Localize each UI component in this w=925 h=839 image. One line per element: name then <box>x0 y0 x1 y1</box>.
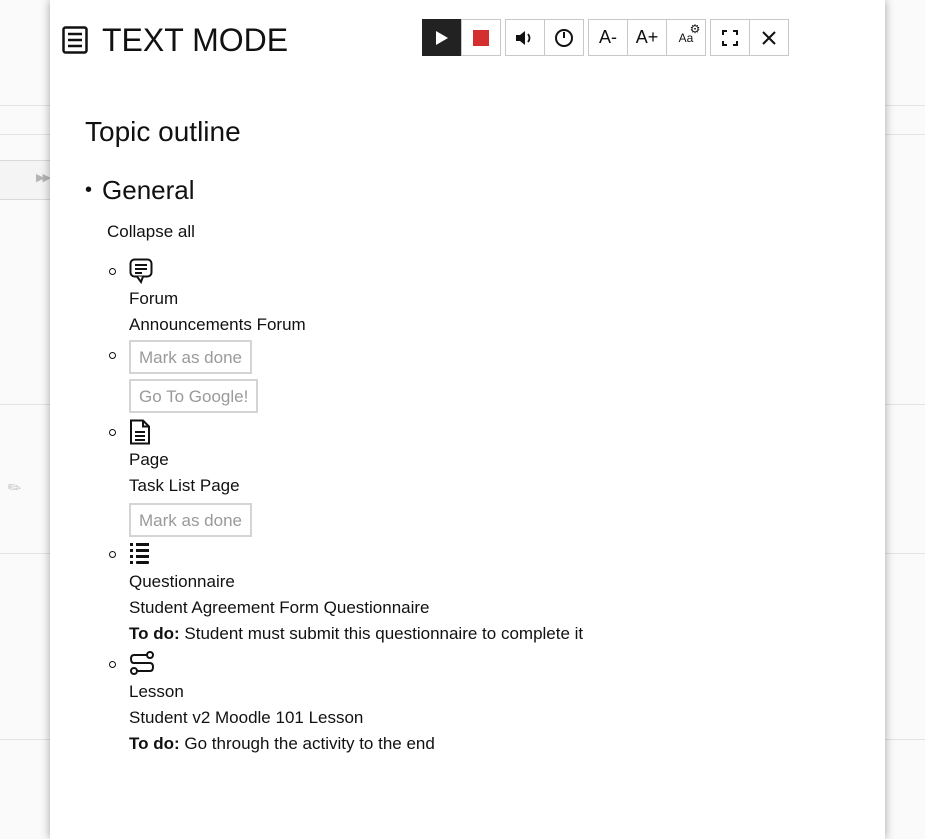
playback-group <box>422 19 501 56</box>
font-decrease-button[interactable]: A- <box>588 19 628 56</box>
stop-button[interactable] <box>461 19 501 56</box>
window-group <box>710 19 789 56</box>
panel-title-text: TEXT MODE <box>102 22 289 58</box>
activity-type: Questionnaire <box>129 572 235 591</box>
section-title: • General <box>85 170 865 210</box>
activity-link[interactable]: Student Agreement Form Questionnaire <box>129 595 865 621</box>
forum-icon <box>129 258 865 286</box>
speed-gauge-icon <box>555 28 573 47</box>
list-item: Mark as done Go To Google! <box>107 340 865 413</box>
volume-button[interactable] <box>505 19 545 56</box>
page-heading: Topic outline <box>85 116 241 147</box>
mark-as-done-button[interactable]: Mark as done <box>129 503 252 537</box>
text-mode-panel: TEXT MODE A- A+ Aa ⚙ Topic outline • Gen… <box>50 0 885 839</box>
list-bullet <box>109 551 116 558</box>
bullet-icon: • <box>85 179 93 201</box>
toolbar: A- A+ Aa ⚙ <box>422 19 793 56</box>
chevron-right-icon: ▶▶ <box>36 172 51 184</box>
volume-icon <box>516 30 531 45</box>
section-title-text: General <box>102 175 195 205</box>
panel-title: TEXT MODE <box>62 20 288 60</box>
font-decrease-label: A- <box>599 27 617 47</box>
font-increase-label: A+ <box>635 27 659 47</box>
font-settings-button[interactable]: Aa ⚙ <box>666 19 706 56</box>
play-icon <box>436 30 448 45</box>
list-bullet <box>109 352 116 359</box>
document-lines-icon <box>62 26 88 54</box>
activity-list: Forum Announcements Forum Mark as done G… <box>107 258 865 757</box>
speed-button[interactable] <box>544 19 584 56</box>
list-bullet <box>109 429 116 436</box>
font-group: A- A+ Aa ⚙ <box>588 19 706 56</box>
go-to-google-button[interactable]: Go To Google! <box>129 379 259 413</box>
pencil-icon: ✎ <box>4 477 26 500</box>
close-button[interactable] <box>749 19 789 56</box>
activity-link[interactable]: Student v2 Moodle 101 Lesson <box>129 705 865 731</box>
todo-note: To do: Go through the activity to the en… <box>129 731 865 757</box>
todo-label: To do: <box>129 624 180 643</box>
gear-icon: ⚙ <box>689 21 701 36</box>
panel-content: Topic outline • General Collapse all For… <box>85 110 865 757</box>
font-increase-button[interactable]: A+ <box>627 19 667 56</box>
activity-type: Page <box>129 450 169 469</box>
collapse-all-link[interactable]: Collapse all <box>107 220 865 244</box>
stop-icon <box>473 29 489 46</box>
fullscreen-button[interactable] <box>710 19 750 56</box>
panel-header: TEXT MODE A- A+ Aa ⚙ <box>50 0 885 80</box>
todo-note: To do: Student must submit this question… <box>129 621 865 647</box>
mark-as-done-button[interactable]: Mark as done <box>129 340 252 374</box>
activity-link[interactable]: Task List Page <box>129 473 865 499</box>
font-settings-icon: Aa ⚙ <box>679 22 701 45</box>
background-tab: ▶▶ <box>0 160 55 200</box>
activity-type: Lesson <box>129 682 184 701</box>
audio-group <box>505 19 584 56</box>
activity-type: Forum <box>129 289 179 308</box>
close-icon <box>762 30 776 45</box>
play-button[interactable] <box>422 19 462 56</box>
todo-text: Go through the activity to the end <box>179 734 435 753</box>
todo-label: To do: <box>129 734 180 753</box>
list-bullet <box>109 661 116 668</box>
expand-icon <box>722 29 738 46</box>
list-item: Questionnaire Student Agreement Form Que… <box>107 541 865 647</box>
page-icon <box>129 419 865 447</box>
questionnaire-icon <box>129 541 865 569</box>
list-item: Page Task List Page Mark as done <box>107 419 865 537</box>
list-item: Lesson Student v2 Moodle 101 Lesson To d… <box>107 651 865 757</box>
todo-text: Student must submit this questionnaire t… <box>179 624 584 643</box>
activity-link[interactable]: Announcements Forum <box>129 312 865 338</box>
lesson-icon <box>129 651 865 679</box>
list-item: Forum Announcements Forum <box>107 258 865 338</box>
list-bullet <box>109 268 116 275</box>
